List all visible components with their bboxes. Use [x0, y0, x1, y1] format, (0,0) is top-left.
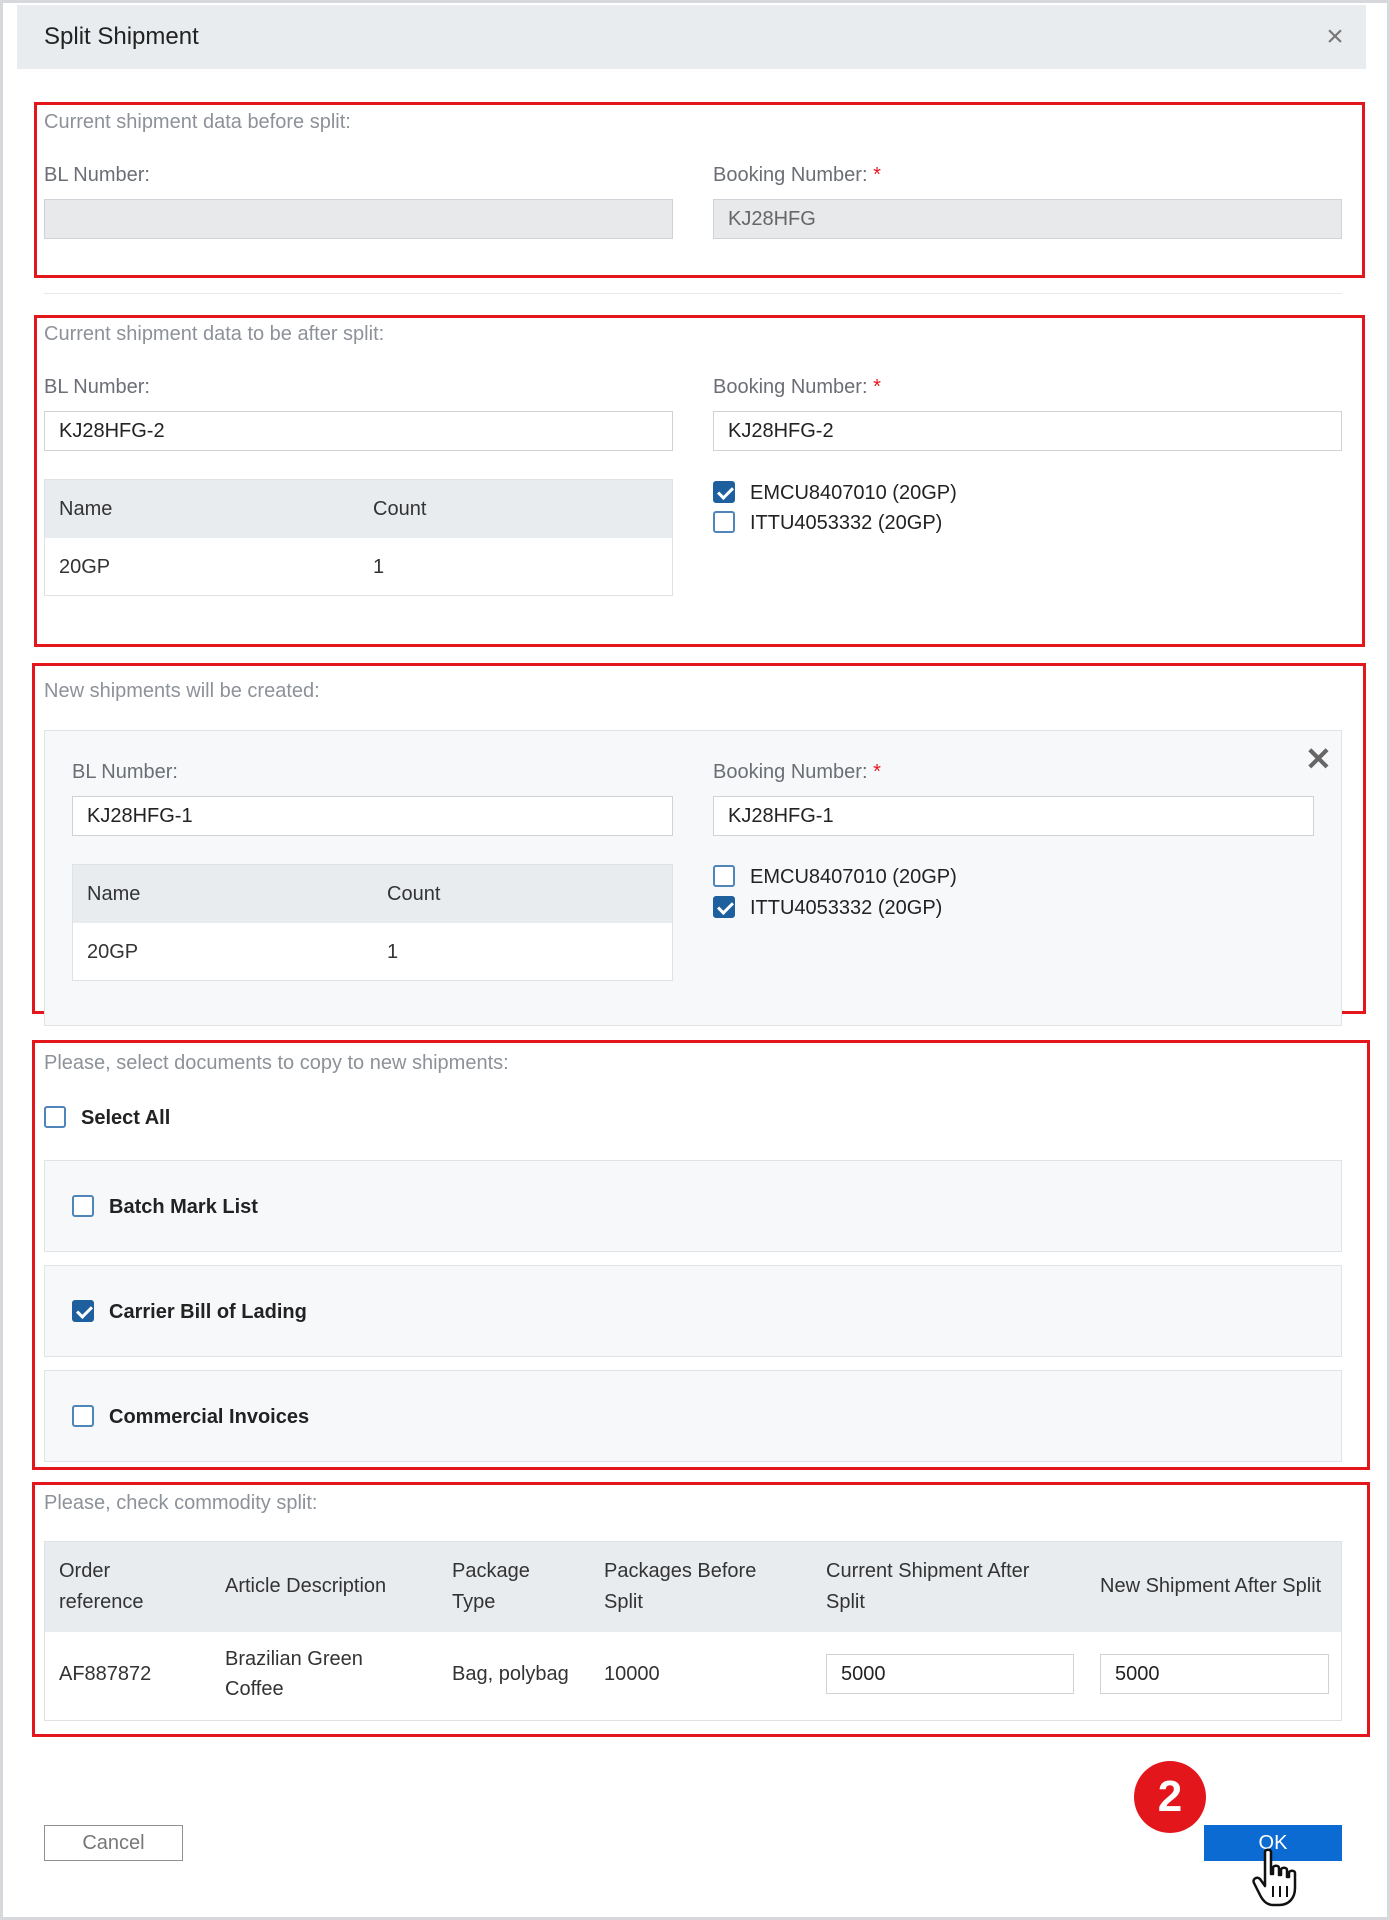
after-booking-input[interactable]: KJ28HFG-2 — [713, 411, 1342, 451]
col-order-reference: Order reference — [59, 1560, 144, 1613]
cell-packages-before-split: 10000 — [604, 1663, 660, 1685]
cell-name: 20GP — [59, 555, 111, 578]
cell-order-reference: AF887872 — [59, 1663, 152, 1685]
before-bl-input[interactable] — [44, 199, 673, 239]
col-packages-before-split: Packages Before Split — [604, 1560, 757, 1613]
after-bl-label: BL Number: — [44, 376, 150, 398]
new-shipments-title: New shipments will be created: — [44, 680, 320, 702]
table-row: 20GP 1 — [73, 923, 672, 981]
after-container-checkbox-ittu[interactable] — [713, 511, 735, 533]
table-row: 20GP 1 — [45, 538, 672, 596]
commodity-title: Please, check commodity split: — [44, 1492, 318, 1514]
cell-count: 1 — [373, 555, 385, 578]
step-number-badge: 2 — [1134, 1761, 1206, 1833]
new-bl-label: BL Number: — [72, 761, 178, 783]
new-booking-input[interactable]: KJ28HFG-1 — [713, 796, 1314, 836]
table-header: Name Count — [45, 480, 672, 538]
select-all-checkbox[interactable] — [44, 1106, 66, 1128]
new-shipment-after-split-input[interactable]: 5000 — [1100, 1654, 1329, 1694]
dialog-title: Split Shipment — [44, 23, 199, 50]
after-container-table: Name Count 20GP 1 — [44, 479, 673, 596]
new-bl-input[interactable]: KJ28HFG-1 — [72, 796, 673, 836]
new-container-label-ittu: ITTU4053332 (20GP) — [750, 897, 943, 919]
after-split-title: Current shipment data to be after split: — [44, 323, 385, 345]
commercial-invoices-label: Commercial Invoices — [109, 1406, 310, 1428]
required-mark: * — [873, 761, 881, 783]
batch-mark-list-checkbox[interactable] — [72, 1195, 94, 1217]
col-count: Count — [387, 882, 441, 905]
required-mark: * — [873, 376, 881, 398]
cancel-button[interactable]: Cancel — [44, 1825, 183, 1861]
before-split-title: Current shipment data before split: — [44, 111, 351, 133]
col-count: Count — [373, 497, 427, 520]
current-shipment-after-split-input[interactable]: 5000 — [826, 1654, 1074, 1694]
new-container-checkbox-ittu[interactable] — [713, 896, 735, 918]
carrier-bol-checkbox[interactable] — [72, 1300, 94, 1322]
after-bl-input[interactable]: KJ28HFG-2 — [44, 411, 673, 451]
remove-shipment-icon[interactable]: ✕ — [1305, 740, 1332, 778]
cell-count: 1 — [387, 940, 399, 963]
documents-title: Please, select documents to copy to new … — [44, 1052, 509, 1074]
before-booking-input[interactable]: KJ28HFG — [713, 199, 1342, 239]
commodity-table: Order reference Article Description Packa… — [44, 1541, 1342, 1721]
before-booking-label: Booking Number: * — [713, 164, 881, 186]
cell-package-type: Bag, polybag — [452, 1663, 569, 1685]
select-all-label: Select All — [81, 1107, 171, 1129]
before-bl-label: BL Number: — [44, 164, 150, 186]
after-container-checkbox-emcu[interactable] — [713, 481, 735, 503]
section-divider — [44, 293, 1342, 294]
col-package-type: Package Type — [452, 1560, 530, 1613]
new-container-label-emcu: EMCU8407010 (20GP) — [750, 866, 957, 888]
after-container-label-ittu: ITTU4053332 (20GP) — [750, 512, 943, 534]
col-name: Name — [59, 497, 113, 520]
col-new-shipment-after-split: New Shipment After Split — [1100, 1575, 1322, 1597]
cell-name: 20GP — [87, 940, 139, 963]
col-article-description: Article Description — [225, 1575, 387, 1597]
table-header: Name Count — [73, 865, 672, 923]
after-container-label-emcu: EMCU8407010 (20GP) — [750, 482, 957, 504]
commercial-invoices-checkbox[interactable] — [72, 1405, 94, 1427]
new-booking-label: Booking Number: * — [713, 761, 881, 783]
split-shipment-dialog: Split Shipment × Current shipment data b… — [0, 0, 1390, 1920]
new-container-table: Name Count 20GP 1 — [72, 864, 673, 981]
new-container-checkbox-emcu[interactable] — [713, 865, 735, 887]
col-name: Name — [87, 882, 141, 905]
close-icon[interactable]: × — [1318, 22, 1352, 52]
dialog-header: Split Shipment × — [17, 5, 1366, 69]
hand-cursor-icon — [1252, 1848, 1297, 1907]
commodity-table-header: Order reference Article Description Packa… — [45, 1542, 1341, 1632]
required-mark: * — [873, 164, 881, 186]
carrier-bol-label: Carrier Bill of Lading — [109, 1301, 307, 1323]
batch-mark-list-label: Batch Mark List — [109, 1196, 258, 1218]
cell-article-description: Brazilian Green Coffee — [225, 1648, 363, 1700]
col-current-shipment-after-split: Current Shipment After Split — [826, 1560, 1030, 1613]
after-booking-label: Booking Number: * — [713, 376, 881, 398]
